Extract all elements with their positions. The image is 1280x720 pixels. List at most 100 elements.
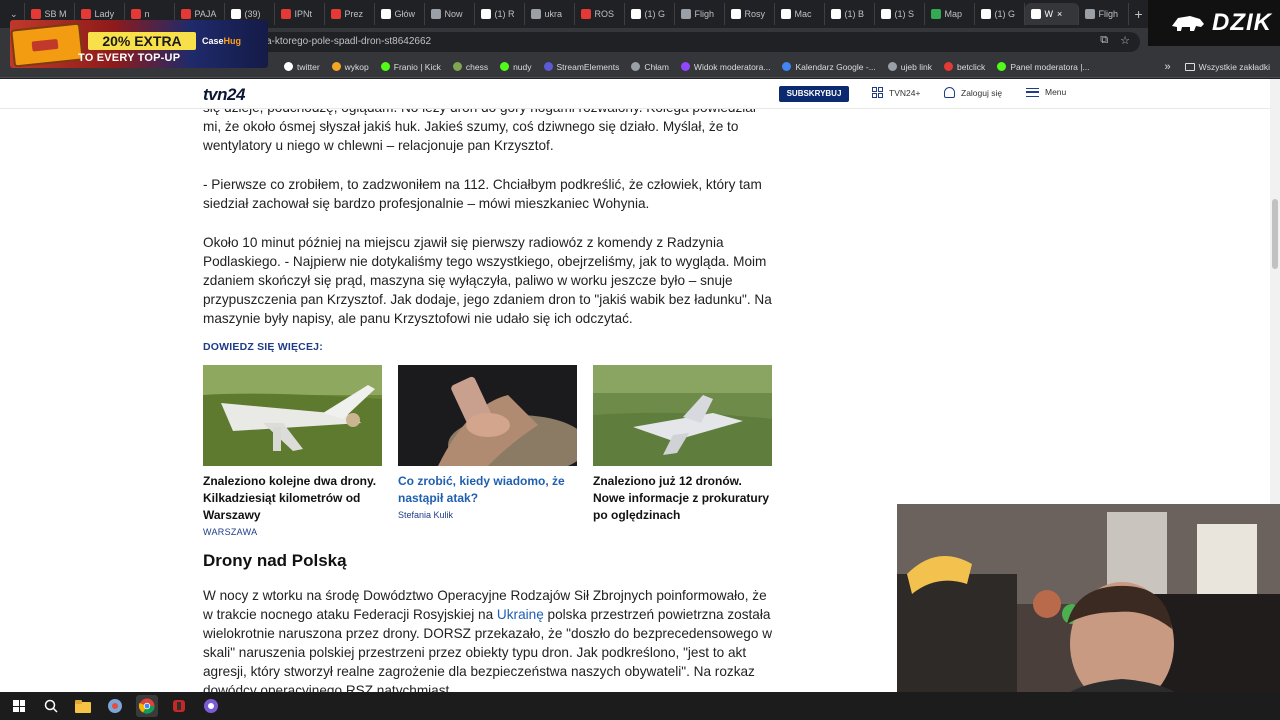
- bookmark-label: twitter: [297, 61, 320, 72]
- browser-tab[interactable]: Map: [925, 3, 975, 25]
- related-article-card[interactable]: Co zrobić, kiedy wiadomo, że nastąpił at…: [398, 365, 577, 520]
- app-button[interactable]: [200, 695, 222, 717]
- purple-app-icon: [204, 699, 218, 713]
- windows-logo-icon: [13, 700, 25, 712]
- tab-label: Prez: [344, 9, 364, 19]
- scrollbar-thumb[interactable]: [1272, 199, 1278, 269]
- bookmark-item[interactable]: Panel moderatora |...: [993, 62, 1093, 72]
- drone-wreck-thumbnail[interactable]: [203, 365, 382, 466]
- card-title[interactable]: Znaleziono już 12 dronów. Nowe informacj…: [593, 473, 772, 524]
- tab-favicon-icon: [530, 9, 541, 19]
- tab-favicon-icon: [130, 9, 141, 19]
- phone-hands-thumbnail[interactable]: [398, 365, 577, 466]
- tvn24plus-link[interactable]: TVN24+: [872, 87, 920, 98]
- omnibox-actions: ⧉ ☆: [1100, 34, 1130, 47]
- browser-tab[interactable]: (1) B: [825, 3, 875, 25]
- chrome-button[interactable]: [136, 695, 158, 717]
- ad-banner[interactable]: 20% EXTRA TO EVERY TOP-UP CaseHug: [10, 20, 268, 68]
- browser-tab[interactable]: Prez: [325, 3, 375, 25]
- card-title[interactable]: Co zrobić, kiedy wiadomo, że nastąpił at…: [398, 473, 577, 507]
- bookmark-star-icon[interactable]: ☆: [1120, 34, 1130, 47]
- site-logo[interactable]: tvn24: [203, 85, 245, 105]
- browser-tab[interactable]: Fligh: [1079, 3, 1129, 25]
- tab-close-icon[interactable]: ×: [1057, 9, 1062, 19]
- bookmark-item[interactable]: Franio | Kick: [377, 62, 445, 72]
- browser-tab[interactable]: (1) G: [625, 3, 675, 25]
- bookmark-item[interactable]: StreamElements: [540, 62, 624, 72]
- bookmark-label: Kalendarz Google -...: [795, 61, 876, 72]
- search-button[interactable]: [40, 695, 62, 717]
- tab-label: Rosy: [744, 9, 766, 19]
- tab-label: Now: [444, 9, 463, 19]
- browser-tab[interactable]: Now: [425, 3, 475, 25]
- browser-tab[interactable]: ukra: [525, 3, 575, 25]
- card-author[interactable]: Stefania Kulik: [398, 510, 577, 520]
- bookmark-favicon-icon: [887, 62, 897, 71]
- new-tab-button[interactable]: +: [1129, 6, 1149, 22]
- bookmark-favicon-icon: [284, 62, 293, 71]
- streamer-webcam: [897, 504, 1280, 720]
- tab-label: Lady: [94, 9, 115, 19]
- browser-tab[interactable]: W ×: [1024, 3, 1079, 25]
- app-button[interactable]: [104, 695, 126, 717]
- bookmark-item[interactable]: chess: [449, 62, 492, 72]
- bookmark-favicon-icon: [331, 62, 341, 71]
- tab-label: (1) B: [844, 9, 865, 19]
- install-app-icon[interactable]: ⧉: [1100, 34, 1108, 47]
- subscribe-button[interactable]: SUBSKRYBUJ: [779, 86, 849, 102]
- bookmark-item[interactable]: Kalendarz Google -...: [778, 62, 879, 72]
- related-article-card[interactable]: Znaleziono kolejne dwa drony. Kilkadzies…: [203, 365, 382, 537]
- tab-favicon-icon: [180, 9, 191, 19]
- app-button[interactable]: [168, 695, 190, 717]
- address-bar[interactable]: a-ktorego-pole-spadl-dron-st8642662: [260, 32, 1140, 52]
- ad-headline: 20% EXTRA: [88, 32, 196, 50]
- all-bookmarks-button[interactable]: Wszystkie zakładki: [1184, 61, 1270, 72]
- tab-favicon-icon: [780, 9, 791, 19]
- ukraine-link[interactable]: Ukrainę: [497, 607, 544, 622]
- tab-label: Głów: [394, 9, 416, 19]
- bookmark-item[interactable]: Chłam: [627, 62, 673, 72]
- drone-field-thumbnail[interactable]: [593, 365, 772, 466]
- login-link[interactable]: Zaloguj się: [944, 87, 1002, 98]
- tab-label: SB M: [44, 9, 67, 19]
- bookmark-favicon-icon: [380, 62, 390, 71]
- ad-subline: TO EVERY TOP-UP: [78, 52, 181, 64]
- bookmark-item[interactable]: betclick: [940, 62, 989, 72]
- bookmark-item[interactable]: twitter: [280, 62, 324, 72]
- all-bookmarks-label: Wszystkie zakładki: [1198, 61, 1270, 72]
- browser-tab[interactable]: (1) R: [475, 3, 525, 25]
- browser-tab[interactable]: IPNt: [275, 3, 325, 25]
- bookmark-favicon-icon: [997, 62, 1007, 71]
- ad-brand: CaseHug: [202, 36, 241, 46]
- tab-favicon-icon: [80, 9, 91, 19]
- browser-tab[interactable]: ROS: [575, 3, 625, 25]
- bookmark-item[interactable]: wykop: [328, 62, 373, 72]
- browser-tab[interactable]: (1) G: [975, 3, 1025, 25]
- bookmark-favicon-icon: [452, 62, 462, 71]
- windows-taskbar: [0, 692, 1280, 720]
- bookmark-item[interactable]: nudy: [496, 62, 535, 72]
- tab-favicon-icon: [480, 9, 491, 19]
- card-title[interactable]: Znaleziono kolejne dwa drony. Kilkadzies…: [203, 473, 382, 524]
- tab-favicon-icon: [230, 9, 241, 19]
- browser-tab[interactable]: (1) S: [875, 3, 925, 25]
- file-explorer-button[interactable]: [72, 695, 94, 717]
- tab-label: (1) G: [644, 9, 666, 19]
- site-header: tvn24 SUBSKRYBUJ TVN24+ Zaloguj się Menu: [0, 79, 1280, 109]
- bookmark-item[interactable]: ujeb link: [884, 62, 936, 72]
- card-category[interactable]: WARSZAWA: [203, 527, 382, 537]
- bookmark-favicon-icon: [782, 62, 792, 71]
- hamburger-menu-icon: [1026, 87, 1039, 97]
- bookmark-item[interactable]: Widok moderatora...: [677, 62, 775, 72]
- tab-favicon-icon: [1084, 9, 1095, 19]
- more-bookmarks-button[interactable]: »: [1165, 61, 1171, 73]
- browser-tab[interactable]: Rosy: [725, 3, 775, 25]
- search-icon: [44, 699, 58, 713]
- start-button[interactable]: [8, 695, 30, 717]
- menu-button[interactable]: Menu: [1026, 87, 1066, 97]
- browser-tab[interactable]: Głów: [375, 3, 425, 25]
- related-article-card[interactable]: Znaleziono już 12 dronów. Nowe informacj…: [593, 365, 772, 524]
- browser-tab[interactable]: Fligh: [675, 3, 725, 25]
- browser-tab[interactable]: Mac: [775, 3, 825, 25]
- address-url[interactable]: a-ktorego-pole-spadl-dron-st8642662: [266, 36, 431, 47]
